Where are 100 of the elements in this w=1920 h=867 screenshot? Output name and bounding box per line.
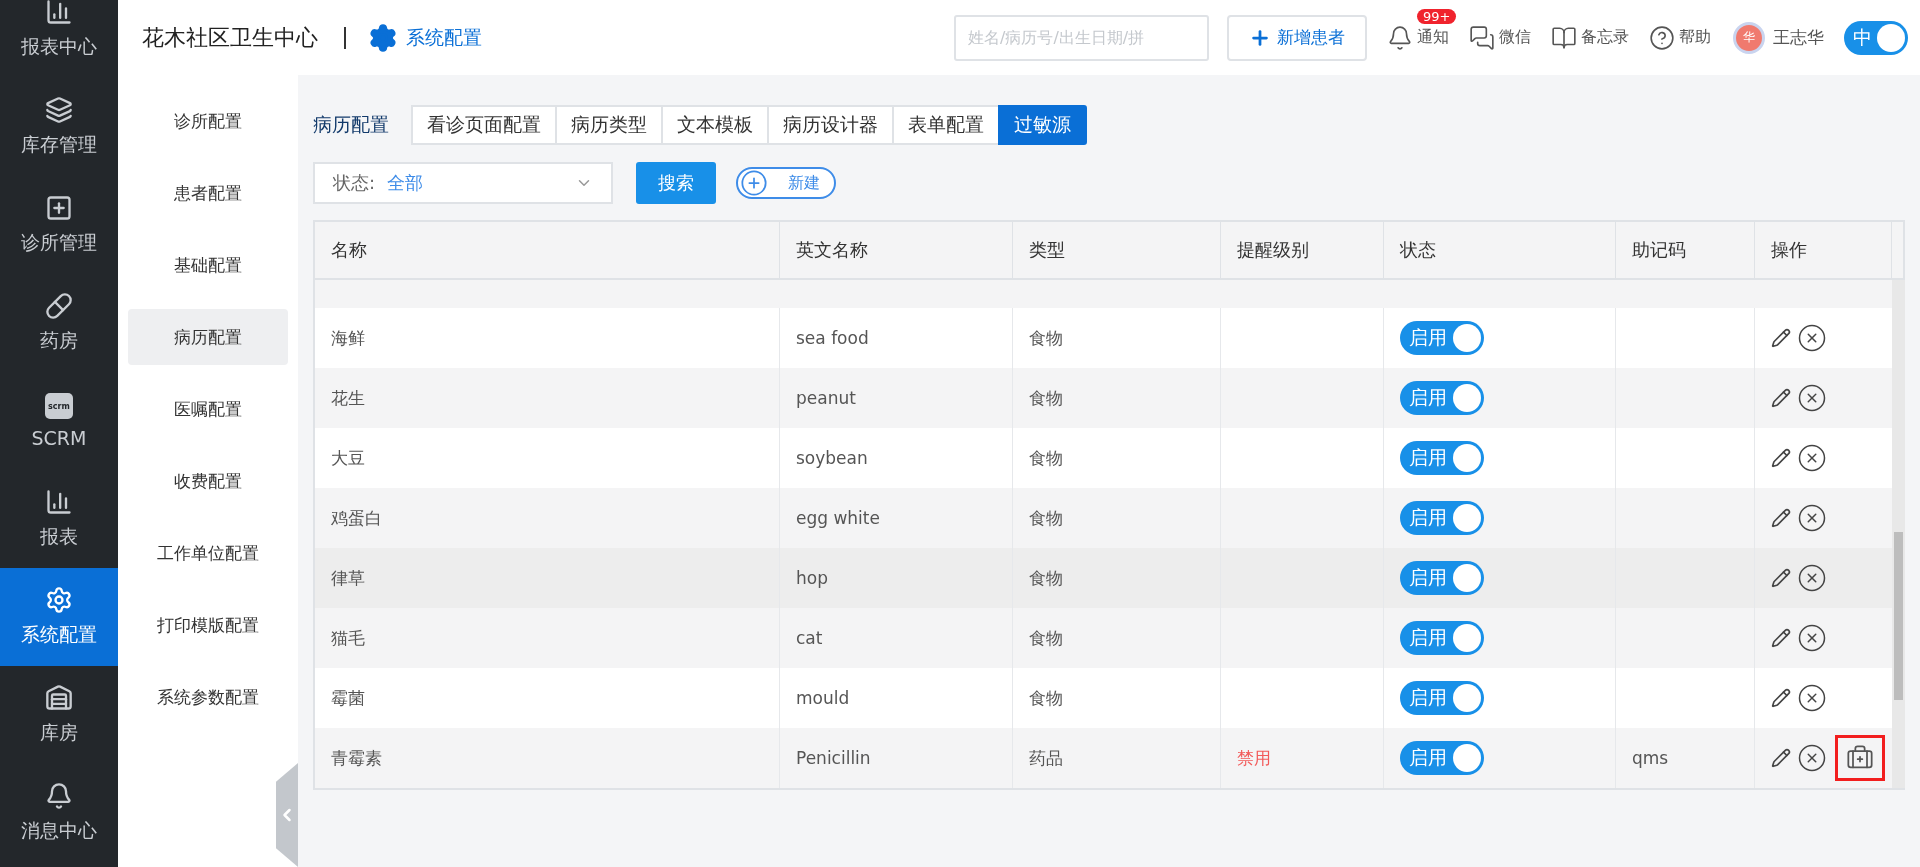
edit-button[interactable] <box>1771 448 1791 468</box>
nav-label: 消息中心 <box>21 818 97 843</box>
bar-chart-icon <box>45 0 73 26</box>
pencil-icon <box>1771 628 1791 648</box>
nav-item[interactable]: 药房 <box>0 274 118 372</box>
nav-item[interactable]: 库房 <box>0 666 118 764</box>
sidebar-item[interactable]: 病历配置 <box>128 309 288 365</box>
org-name: 花木社区卫生中心 <box>142 23 318 52</box>
scrollbar-thumb[interactable] <box>1894 532 1903 700</box>
close-circle-icon <box>1797 743 1827 773</box>
edit-button[interactable] <box>1771 328 1791 348</box>
status-select[interactable]: 状态: 全部 <box>313 162 613 204</box>
sidebar-item[interactable]: 医嘱配置 <box>128 381 288 437</box>
close-circle-icon <box>1797 623 1827 653</box>
nav-item[interactable]: 报表中心 <box>0 0 118 78</box>
delete-button[interactable] <box>1797 323 1827 353</box>
close-circle-icon <box>1797 563 1827 593</box>
pencil-icon <box>1771 688 1791 708</box>
nav-label: SCRM <box>31 427 87 449</box>
toolbar-link[interactable]: 通知 <box>1387 24 1449 51</box>
nav-item[interactable]: 诊所管理 <box>0 176 118 274</box>
reminder-level: 禁用 <box>1237 746 1271 770</box>
notebook-icon <box>1551 24 1577 51</box>
pencil-icon <box>1771 328 1791 348</box>
section-title: 系统配置 <box>406 24 482 50</box>
plus-square-icon <box>45 194 73 222</box>
toolbar-link[interactable]: 帮助 <box>1649 24 1711 51</box>
column-header: 英文名称 <box>780 222 1013 278</box>
pencil-icon <box>1771 568 1791 588</box>
layers-icon <box>45 96 73 124</box>
delete-button[interactable] <box>1797 563 1827 593</box>
add-patient-button[interactable]: 新增患者 <box>1227 14 1367 61</box>
new-button[interactable]: 新建 <box>736 167 836 199</box>
nav-label: 库存管理 <box>21 132 97 157</box>
pencil-icon <box>1771 748 1791 768</box>
tab[interactable]: 看诊页面配置 <box>411 105 557 145</box>
sidebar-item[interactable]: 诊所配置 <box>128 93 288 149</box>
medical-kit-button[interactable] <box>1835 735 1885 781</box>
edit-button[interactable] <box>1771 508 1791 528</box>
table-cell: qms <box>1616 728 1755 788</box>
tab[interactable]: 病历类型 <box>555 105 663 145</box>
table-row[interactable]: 青霉素 Penicillin 药品 禁用 启用 qms <box>315 728 1892 788</box>
edit-button[interactable] <box>1771 628 1791 648</box>
sidebar-item[interactable]: 系统参数配置 <box>128 669 288 725</box>
toolbar-link[interactable]: 备忘录 <box>1551 24 1629 51</box>
nav-label: 库房 <box>40 720 78 745</box>
edit-button[interactable] <box>1771 748 1791 768</box>
table-row[interactable]: 猫毛 cat 食物 启用 <box>315 608 1892 668</box>
help-icon <box>1649 24 1675 51</box>
sidebar-item[interactable]: 工作单位配置 <box>128 525 288 581</box>
nav-item[interactable]: 报表 <box>0 470 118 568</box>
column-header: 名称 <box>315 222 780 278</box>
nav-label: 报表 <box>40 524 78 549</box>
pencil-icon <box>1771 448 1791 468</box>
column-header: 类型 <box>1013 222 1221 278</box>
delete-button[interactable] <box>1797 743 1827 773</box>
settings-icon <box>368 22 398 53</box>
close-circle-icon <box>1797 443 1827 473</box>
nav-item[interactable]: scrm SCRM <box>0 372 118 470</box>
delete-button[interactable] <box>1797 503 1827 533</box>
nav-item[interactable]: 消息中心 <box>0 764 118 862</box>
tabs-label: 病历配置 <box>313 112 389 137</box>
column-header: 助记码 <box>1616 222 1755 278</box>
delete-button[interactable] <box>1797 683 1827 713</box>
table-cell: 药品 <box>1013 728 1221 788</box>
edit-button[interactable] <box>1771 568 1791 588</box>
table-cell: 青霉素 <box>315 728 780 788</box>
column-header: 提醒级别 <box>1221 222 1384 278</box>
close-circle-icon <box>1797 323 1827 353</box>
nav-label: 系统配置 <box>21 622 97 647</box>
sidebar-item[interactable]: 基础配置 <box>128 237 288 293</box>
nav-label: 报表中心 <box>21 34 97 59</box>
delete-button[interactable] <box>1797 443 1827 473</box>
chat-icon <box>1469 24 1495 51</box>
sidebar-item[interactable]: 患者配置 <box>128 165 288 221</box>
tab[interactable]: 病历设计器 <box>767 105 894 145</box>
table-cell: Penicillin <box>780 728 1013 788</box>
nav-label: 诊所管理 <box>21 230 97 255</box>
search-field[interactable]: 姓名/病历号/出生日期/拼 <box>954 14 1209 61</box>
tab[interactable]: 过敏源 <box>998 105 1087 145</box>
tab[interactable]: 表单配置 <box>892 105 1000 145</box>
warehouse-icon <box>45 684 73 712</box>
delete-button[interactable] <box>1797 623 1827 653</box>
nav-item[interactable]: 系统配置 <box>0 568 118 666</box>
sidebar-item[interactable]: 收费配置 <box>128 453 288 509</box>
pill-icon <box>45 292 73 320</box>
table-row[interactable]: 花生 peanut 食物 启用 <box>315 368 1892 428</box>
tab[interactable]: 文本模板 <box>661 105 769 145</box>
column-header: 操作 <box>1755 222 1892 278</box>
column-header: 状态 <box>1384 222 1616 278</box>
toolbar-link[interactable]: 微信 <box>1469 24 1531 51</box>
edit-button[interactable] <box>1771 688 1791 708</box>
table-row[interactable]: 律草 hop 食物 启用 <box>315 548 1892 608</box>
table-row[interactable]: 鸡蛋白 egg white 食物 启用 <box>315 488 1892 548</box>
nav-item[interactable]: 库存管理 <box>0 78 118 176</box>
plus-circle-icon <box>740 169 768 197</box>
sidebar-item[interactable]: 打印模版配置 <box>128 597 288 653</box>
delete-button[interactable] <box>1797 383 1827 413</box>
edit-button[interactable] <box>1771 388 1791 408</box>
close-circle-icon <box>1797 383 1827 413</box>
